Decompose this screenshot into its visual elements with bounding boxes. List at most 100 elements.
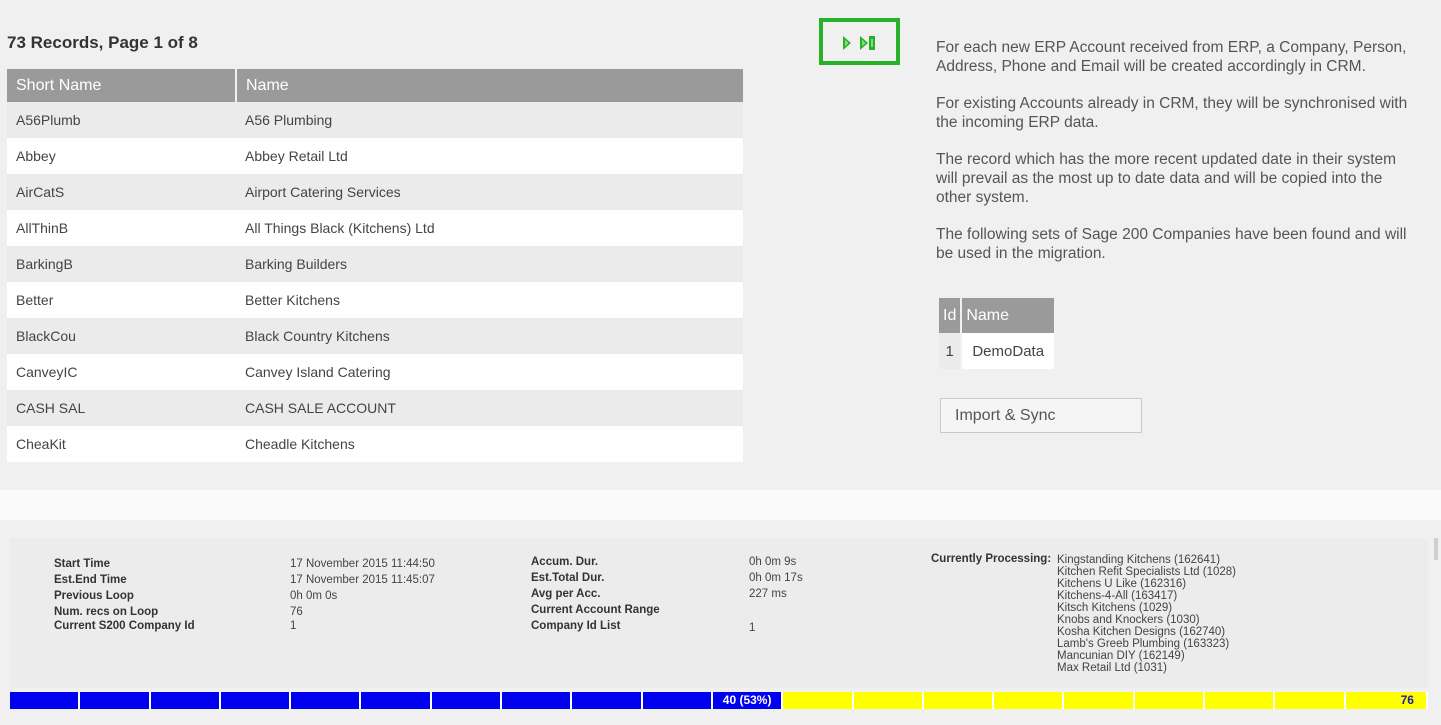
company-row[interactable]: 1 DemoData: [939, 333, 1055, 369]
last-page-icon[interactable]: [860, 36, 875, 50]
progress-segment-remaining: [1064, 692, 1135, 709]
short-name-cell: AirCatS: [7, 174, 236, 210]
import-sync-button[interactable]: Import & Sync: [940, 398, 1142, 433]
column-header-short-name[interactable]: Short Name: [7, 69, 237, 102]
currently-processing-label: Currently Processing:: [931, 553, 1052, 565]
short-name-cell: BarkingB: [7, 246, 236, 282]
currently-processing-list: Kingstanding Kitchens (162641) Kitchen Re…: [1057, 554, 1236, 674]
progress-segment-done: [502, 692, 573, 709]
stat-label-accum-dur: Accum. Dur.: [531, 556, 599, 568]
table-row[interactable]: CASH SAL CASH SALE ACCOUNT: [7, 390, 743, 426]
processing-item: Lamb's Greeb Plumbing (163323): [1057, 638, 1230, 650]
records-title: 73 Records, Page 1 of 8: [7, 33, 198, 52]
short-name-cell: CanveyIC: [7, 354, 236, 390]
records-panel: 73 Records, Page 1 of 8 Short Name Name …: [0, 0, 1441, 490]
section-divider: [0, 490, 1441, 520]
name-cell: CASH SALE ACCOUNT: [236, 390, 743, 426]
sync-status-panel: Start Time Est.End Time Previous Loop Nu…: [10, 538, 1428, 688]
progress-segment-remaining: [994, 692, 1065, 709]
progress-segment-remaining: [853, 692, 924, 709]
table-row[interactable]: Abbey Abbey Retail Ltd: [7, 138, 743, 174]
stat-value-accum-dur: 0h 0m 9s: [749, 556, 797, 568]
name-cell: Black Country Kitchens: [236, 318, 743, 354]
info-paragraph: The record which has the more recent upd…: [936, 151, 1397, 206]
short-name-cell: Abbey: [7, 138, 236, 174]
page-nav-icons: [843, 36, 875, 50]
stat-label-avg-per-acc: Avg per Acc.: [531, 588, 601, 600]
page-nav-box: [819, 18, 900, 65]
column-header-company-name: Name: [962, 298, 1055, 333]
sync-progress-bar: 40 (53%) 76: [10, 692, 1428, 709]
companies-table: Id Name 1 DemoData: [937, 298, 1056, 369]
stat-label-company-id: Current S200 Company Id: [54, 620, 195, 632]
table-row[interactable]: Better Better Kitchens: [7, 282, 743, 318]
progress-total-label: 76: [1345, 692, 1428, 709]
processing-item: Kitsch Kitchens (1029): [1057, 602, 1173, 614]
name-cell: Barking Builders: [236, 246, 743, 282]
name-cell: Cheadle Kitchens: [236, 426, 743, 462]
progress-segment-remaining: [1134, 692, 1206, 709]
progress-segment-done: [431, 692, 503, 709]
progress-segment-remaining: [1205, 692, 1276, 709]
short-name-cell: A56Plumb: [7, 102, 236, 138]
progress-segment-done: [150, 692, 221, 709]
left-stat-labels: Start Time Est.End Time Previous Loop Nu…: [54, 556, 195, 634]
mid-stat-values: 0h 0m 9s 0h 0m 17s 227 ms 1: [749, 554, 803, 636]
short-name-cell: CASH SAL: [7, 390, 236, 426]
progress-segment-done: [642, 692, 713, 709]
records-table: Short Name Name A56Plumb A56 Plumbing Abbe…: [7, 69, 743, 462]
progress-segment-done: [361, 692, 432, 709]
progress-segment-done: [291, 692, 362, 709]
table-row[interactable]: CheaKit Cheadle Kitchens: [7, 426, 743, 462]
scrollbar-thumb[interactable]: [1434, 538, 1438, 560]
short-name-cell: AllThinB: [7, 210, 236, 246]
progress-segment-done: [80, 692, 151, 709]
processing-item: Kitchens U Like (162316): [1057, 578, 1187, 590]
records-header-row: Short Name Name: [7, 69, 743, 102]
stat-value-company-id-list: 1: [749, 622, 756, 634]
progress-segment-remaining: [1275, 692, 1346, 709]
progress-segment-done: [220, 692, 292, 709]
stat-value-avg-per-acc: 227 ms: [749, 588, 787, 600]
stat-label-start-time: Start Time: [54, 558, 111, 570]
stat-label-account-range: Current Account Range: [531, 604, 660, 616]
progress-segment-remaining: [783, 692, 854, 709]
column-header-id: Id: [939, 298, 961, 333]
info-paragraph: For existing Accounts already in CRM, th…: [936, 95, 1408, 131]
stat-value-account-range: [749, 602, 803, 618]
name-cell: A56 Plumbing: [236, 102, 743, 138]
table-row[interactable]: AllThinB All Things Black (Kitchens) Ltd: [7, 210, 743, 246]
table-row[interactable]: BarkingB Barking Builders: [7, 246, 743, 282]
company-name: DemoData: [962, 333, 1055, 369]
processing-item: Knobs and Knockers (1030): [1057, 614, 1200, 626]
name-cell: Better Kitchens: [236, 282, 743, 318]
processing-item: Max Retail Ltd (1031): [1057, 662, 1167, 674]
left-stat-values: 17 November 2015 11:44:50 17 November 20…: [290, 556, 435, 634]
table-row[interactable]: AirCatS Airport Catering Services: [7, 174, 743, 210]
table-row[interactable]: A56Plumb A56 Plumbing: [7, 102, 743, 138]
name-cell: Canvey Island Catering: [236, 354, 743, 390]
table-row[interactable]: BlackCou Black Country Kitchens: [7, 318, 743, 354]
stat-label-est-total-dur: Est.Total Dur.: [531, 572, 605, 584]
progress-segment-done: [572, 692, 643, 709]
name-cell: Airport Catering Services: [236, 174, 743, 210]
stat-value-company-id: 1: [290, 620, 297, 632]
stat-label-previous-loop: Previous Loop: [54, 590, 134, 602]
next-page-icon[interactable]: [843, 36, 851, 50]
stat-value-est-total-dur: 0h 0m 17s: [749, 572, 803, 584]
progress-segment-done: [10, 692, 81, 709]
stat-value-start-time: 17 November 2015 11:44:50: [290, 558, 435, 570]
info-paragraph: The following sets of Sage 200 Companies…: [936, 226, 1407, 262]
name-cell: Abbey Retail Ltd: [236, 138, 743, 174]
migration-info: For each new ERP Account received from E…: [936, 38, 1416, 281]
records-body: A56Plumb A56 Plumbing Abbey Abbey Retail Lt…: [7, 102, 743, 462]
table-row[interactable]: CanveyIC Canvey Island Catering: [7, 354, 743, 390]
column-header-name[interactable]: Name: [236, 69, 743, 102]
progress-current-label: 40 (53%): [712, 692, 784, 709]
company-id: 1: [939, 333, 961, 369]
short-name-cell: CheaKit: [7, 426, 236, 462]
processing-item: Kitchen Refit Specialists Ltd (1028): [1057, 566, 1236, 578]
stat-label-est-end-time: Est.End Time: [54, 574, 127, 586]
name-cell: All Things Black (Kitchens) Ltd: [236, 210, 743, 246]
info-paragraph: For each new ERP Account received from E…: [936, 39, 1407, 75]
